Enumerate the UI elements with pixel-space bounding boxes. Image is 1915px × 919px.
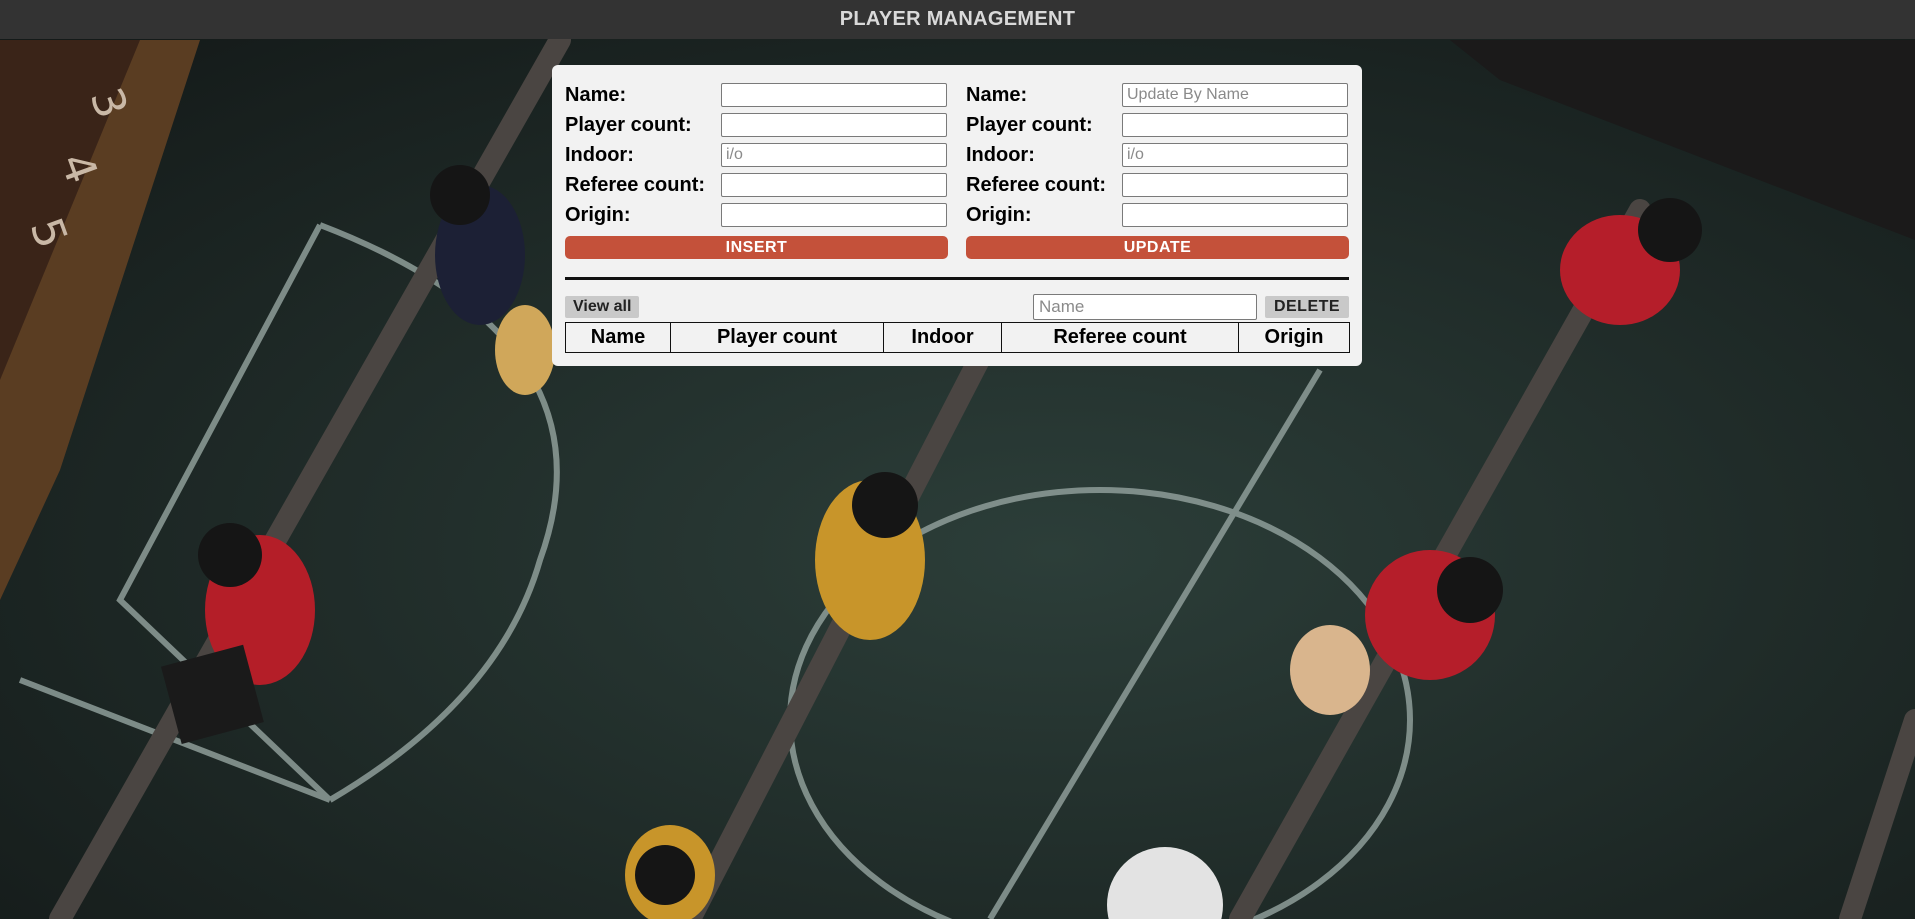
- insert-indoor-label: Indoor:: [565, 143, 634, 166]
- view-all-button[interactable]: View all: [565, 296, 640, 318]
- update-player-count-label: Player count:: [966, 113, 1093, 136]
- insert-player-count-label: Player count:: [565, 113, 692, 136]
- column-header-name: Name: [565, 322, 671, 353]
- insert-referee-count-row: Referee count:: [565, 170, 957, 200]
- insert-player-count-row: Player count:: [565, 110, 957, 140]
- insert-referee-count-input[interactable]: [721, 173, 947, 197]
- insert-name-label: Name:: [565, 83, 627, 106]
- page-title: PLAYER MANAGEMENT: [839, 8, 1076, 30]
- column-header-referee-count: Referee count: [1001, 322, 1239, 353]
- table-header-row: Name Player count Indoor Referee count O…: [565, 322, 1350, 353]
- insert-indoor-input[interactable]: [721, 143, 947, 167]
- update-name-row: Name:: [966, 80, 1358, 110]
- update-player-count-row: Player count:: [966, 110, 1358, 140]
- update-origin-input[interactable]: [1122, 203, 1348, 227]
- update-indoor-row: Indoor:: [966, 140, 1358, 170]
- update-indoor-label: Indoor:: [966, 143, 1035, 166]
- insert-origin-row: Origin:: [565, 200, 957, 230]
- update-indoor-input[interactable]: [1122, 143, 1348, 167]
- column-header-origin: Origin: [1238, 322, 1350, 353]
- insert-origin-label: Origin:: [565, 203, 631, 226]
- update-form: Name: Player count: Indoor: Referee coun…: [966, 80, 1358, 259]
- update-referee-count-input[interactable]: [1122, 173, 1348, 197]
- delete-name-input[interactable]: [1033, 294, 1257, 320]
- update-origin-label: Origin:: [966, 203, 1032, 226]
- insert-name-row: Name:: [565, 80, 957, 110]
- insert-button[interactable]: INSERT: [565, 236, 948, 259]
- update-player-count-input[interactable]: [1122, 113, 1348, 137]
- app-header: PLAYER MANAGEMENT: [0, 0, 1915, 39]
- insert-name-input[interactable]: [721, 83, 947, 107]
- player-management-panel: Name: Player count: Indoor: Referee coun…: [552, 65, 1362, 366]
- update-referee-count-row: Referee count:: [966, 170, 1358, 200]
- players-table: Name Player count Indoor Referee count O…: [565, 322, 1350, 353]
- update-referee-count-label: Referee count:: [966, 173, 1107, 196]
- insert-referee-count-label: Referee count:: [565, 173, 706, 196]
- insert-origin-input[interactable]: [721, 203, 947, 227]
- section-divider: [565, 277, 1349, 280]
- column-header-indoor: Indoor: [883, 322, 1002, 353]
- update-button[interactable]: UPDATE: [966, 236, 1349, 259]
- column-header-player-count: Player count: [670, 322, 884, 353]
- update-name-label: Name:: [966, 83, 1028, 106]
- delete-button[interactable]: DELETE: [1265, 296, 1349, 318]
- update-name-input[interactable]: [1122, 83, 1348, 107]
- insert-form: Name: Player count: Indoor: Referee coun…: [565, 80, 957, 259]
- insert-indoor-row: Indoor:: [565, 140, 957, 170]
- insert-player-count-input[interactable]: [721, 113, 947, 137]
- update-origin-row: Origin:: [966, 200, 1358, 230]
